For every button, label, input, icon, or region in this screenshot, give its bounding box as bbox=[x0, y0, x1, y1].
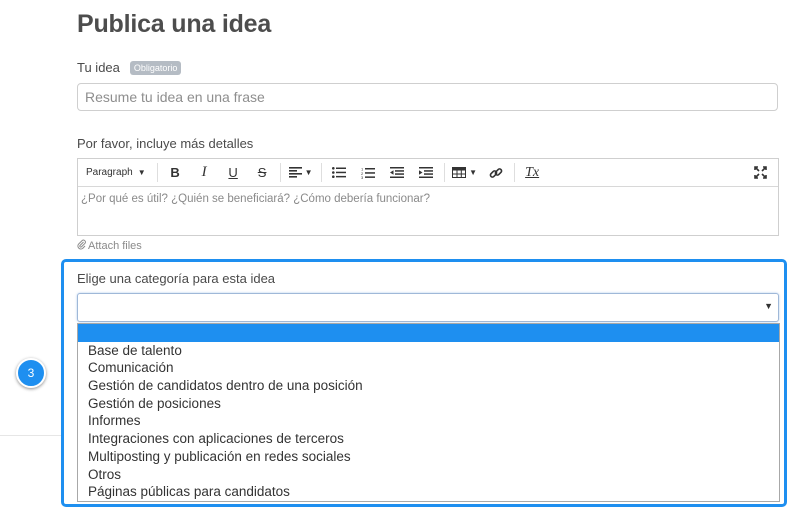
dropdown-option[interactable]: Integraciones con aplicaciones de tercer… bbox=[78, 430, 779, 448]
divider-line bbox=[0, 435, 61, 436]
idea-label: Tu idea bbox=[77, 60, 120, 75]
align-dropdown[interactable]: ▼ bbox=[284, 159, 318, 186]
dropdown-option[interactable]: Gestión de candidatos dentro de una posi… bbox=[78, 377, 779, 395]
chevron-down-icon: ▼ bbox=[137, 168, 146, 177]
indent-button[interactable] bbox=[412, 159, 441, 186]
italic-button[interactable]: I bbox=[190, 159, 219, 186]
dropdown-option[interactable]: Multiposting y publicación en redes soci… bbox=[78, 448, 779, 466]
dropdown-option[interactable]: Gestión de posiciones bbox=[78, 395, 779, 413]
category-dropdown-list: Base de talento Comunicación Gestión de … bbox=[77, 323, 780, 502]
dropdown-option[interactable]: Páginas públicas para candidatos bbox=[78, 483, 779, 501]
dropdown-option[interactable]: Base de talento bbox=[78, 342, 779, 360]
fullscreen-icon bbox=[753, 166, 767, 179]
outdent-icon bbox=[390, 167, 405, 178]
clear-format-button[interactable]: Tx bbox=[518, 159, 547, 186]
bold-icon: B bbox=[170, 165, 180, 180]
attach-files-label: Attach files bbox=[88, 240, 142, 252]
editor-toolbar: Paragraph ▼ B I U S ▼ 123 ▼ Tx bbox=[78, 159, 778, 187]
details-label: Por favor, incluye más detalles bbox=[77, 136, 254, 151]
underline-button[interactable]: U bbox=[219, 159, 248, 186]
dropdown-option[interactable]: Comunicación bbox=[78, 359, 779, 377]
toolbar-divider bbox=[513, 163, 515, 182]
svg-text:3: 3 bbox=[361, 175, 364, 179]
chevron-down-icon: ▼ bbox=[304, 168, 313, 177]
bullet-list-button[interactable] bbox=[325, 159, 354, 186]
page-title: Publica una idea bbox=[77, 10, 272, 38]
bold-button[interactable]: B bbox=[161, 159, 190, 186]
paragraph-format-dropdown[interactable]: Paragraph ▼ bbox=[78, 159, 154, 186]
clear-format-icon: Tx bbox=[525, 164, 540, 180]
required-badge: Obligatorio bbox=[129, 60, 182, 75]
numbered-list-button[interactable]: 123 bbox=[354, 159, 383, 186]
paperclip-icon bbox=[77, 239, 86, 253]
category-label: Elige una categoría para esta idea bbox=[77, 271, 276, 286]
link-icon bbox=[489, 167, 503, 178]
link-button[interactable] bbox=[482, 159, 511, 186]
table-icon bbox=[452, 167, 467, 178]
italic-icon: I bbox=[201, 164, 207, 180]
dropdown-option[interactable]: Informes bbox=[78, 412, 779, 430]
toolbar-divider bbox=[443, 163, 445, 182]
strikethrough-icon: S bbox=[257, 165, 267, 180]
step-number-badge: 3 bbox=[16, 358, 46, 388]
toolbar-divider bbox=[320, 163, 322, 182]
attach-files-link[interactable]: Attach files bbox=[77, 239, 142, 253]
category-select[interactable]: ▼ bbox=[77, 293, 779, 322]
underline-icon: U bbox=[228, 165, 238, 180]
outdent-button[interactable] bbox=[383, 159, 412, 186]
numbered-list-icon: 123 bbox=[361, 167, 376, 179]
table-dropdown[interactable]: ▼ bbox=[448, 159, 482, 186]
chevron-down-icon: ▼ bbox=[764, 301, 773, 311]
rich-text-editor[interactable]: Paragraph ▼ B I U S ▼ 123 ▼ Tx ¿Por qué … bbox=[77, 158, 779, 236]
paragraph-label: Paragraph bbox=[86, 167, 133, 178]
fullscreen-button[interactable] bbox=[750, 159, 770, 186]
toolbar-divider bbox=[156, 163, 158, 182]
details-textarea[interactable]: ¿Por qué es útil? ¿Quién se beneficiará?… bbox=[78, 187, 778, 211]
align-left-icon bbox=[288, 167, 302, 178]
strikethrough-button[interactable]: S bbox=[248, 159, 277, 186]
bullet-list-icon bbox=[332, 167, 347, 178]
toolbar-divider bbox=[279, 163, 281, 182]
idea-input[interactable] bbox=[77, 83, 778, 111]
dropdown-option[interactable] bbox=[78, 324, 779, 342]
dropdown-option[interactable]: Otros bbox=[78, 466, 779, 484]
indent-icon bbox=[419, 167, 434, 178]
chevron-down-icon: ▼ bbox=[469, 168, 478, 177]
